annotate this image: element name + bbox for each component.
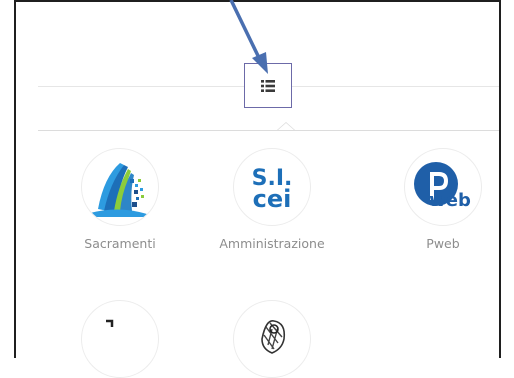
- app-item[interactable]: [202, 300, 342, 378]
- svg-text:cei: cei: [253, 185, 292, 213]
- app-label: Pweb: [426, 236, 460, 251]
- app-label: Amministrazione: [219, 236, 325, 251]
- app-pweb[interactable]: web Pweb: [373, 148, 513, 251]
- pweb-logo: web: [404, 148, 482, 226]
- app-label: Sacramenti: [84, 236, 156, 251]
- app-sacramenti[interactable]: Sacramenti: [50, 148, 190, 251]
- svg-text:web: web: [429, 190, 471, 211]
- partial-logo: [81, 300, 159, 378]
- app-item[interactable]: [50, 300, 190, 378]
- dropdown-caret: [277, 122, 295, 130]
- list-icon: [261, 79, 275, 92]
- apps-menu-button[interactable]: [244, 63, 292, 108]
- sacramenti-logo: [81, 148, 159, 226]
- sicei-logo: S.I. cei: [233, 148, 311, 226]
- app-amministrazione[interactable]: S.I. cei Amministrazione: [202, 148, 342, 251]
- dropdown-top-border: [38, 130, 499, 131]
- saint-engraving-logo: [233, 300, 311, 378]
